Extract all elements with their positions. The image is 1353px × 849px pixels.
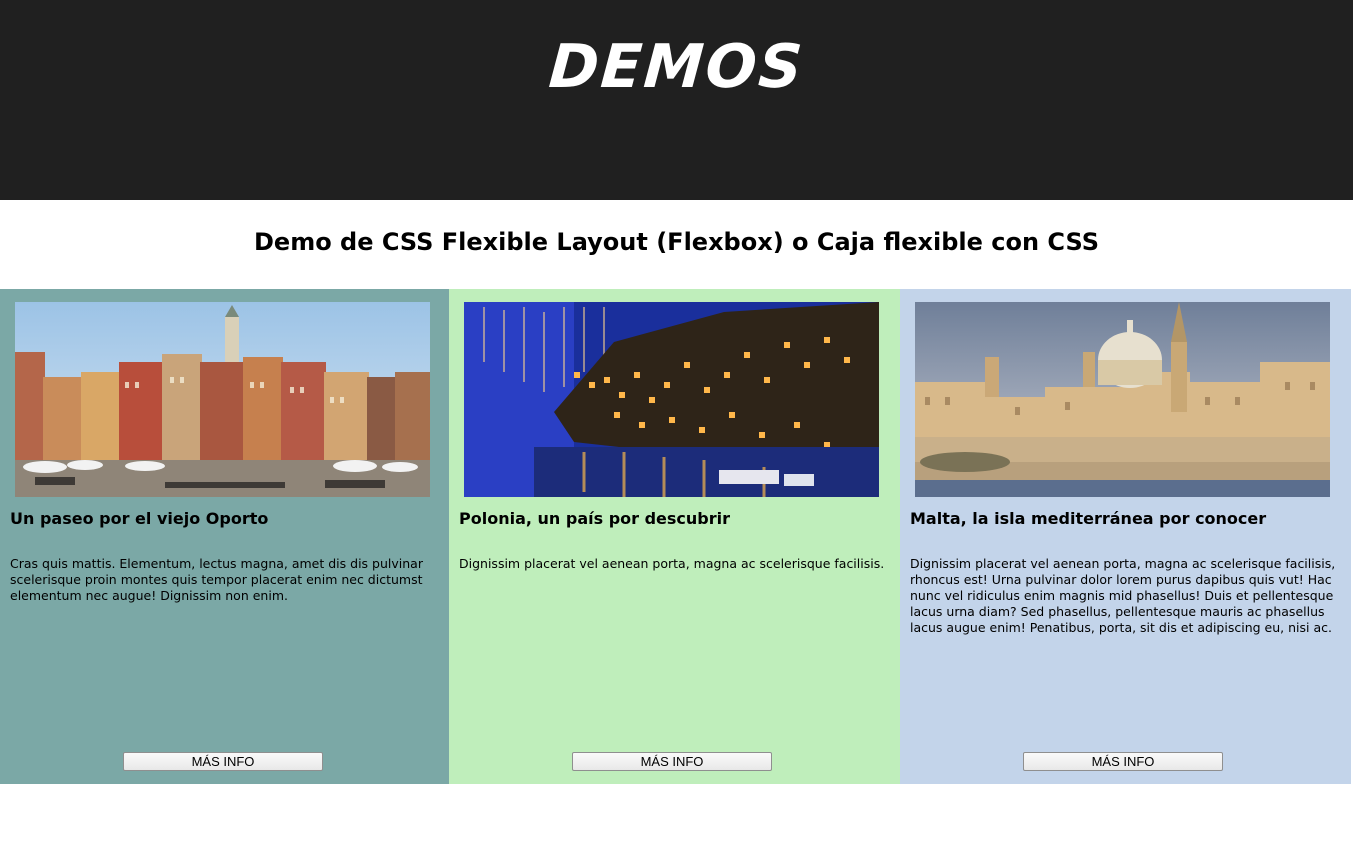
card-polonia: Polonia, un país por descubrir Dignissim… — [449, 289, 900, 784]
page-title: Demo de CSS Flexible Layout (Flexbox) o … — [254, 228, 1099, 256]
more-info-button[interactable]: MÁS INFO — [123, 752, 323, 771]
site-logo[interactable]: DEMOS — [0, 32, 1353, 102]
card-title: Polonia, un país por descubrir — [459, 509, 731, 528]
card-text: Dignissim placerat vel aenean porta, mag… — [910, 556, 1336, 635]
old-town-square-photo — [15, 302, 430, 497]
card-text: Cras quis mattis. Elementum, lectus magn… — [10, 556, 423, 603]
card-malta: Malta, la isla mediterránea por conocer … — [900, 289, 1351, 784]
more-info-button[interactable]: MÁS INFO — [1023, 752, 1223, 771]
cards-container: Un paseo por el viejo Oporto Cras quis m… — [0, 289, 1353, 784]
card-oporto: Un paseo por el viejo Oporto Cras quis m… — [0, 289, 449, 784]
site-header: DEMOS — [0, 0, 1353, 200]
card-title: Malta, la isla mediterránea por conocer — [910, 509, 1267, 528]
valletta-skyline-photo — [915, 302, 1330, 497]
night-harbor-photo — [464, 302, 879, 497]
card-title: Un paseo por el viejo Oporto — [10, 509, 269, 528]
more-info-button[interactable]: MÁS INFO — [572, 752, 772, 771]
card-text: Dignissim placerat vel aenean porta, mag… — [459, 556, 885, 571]
